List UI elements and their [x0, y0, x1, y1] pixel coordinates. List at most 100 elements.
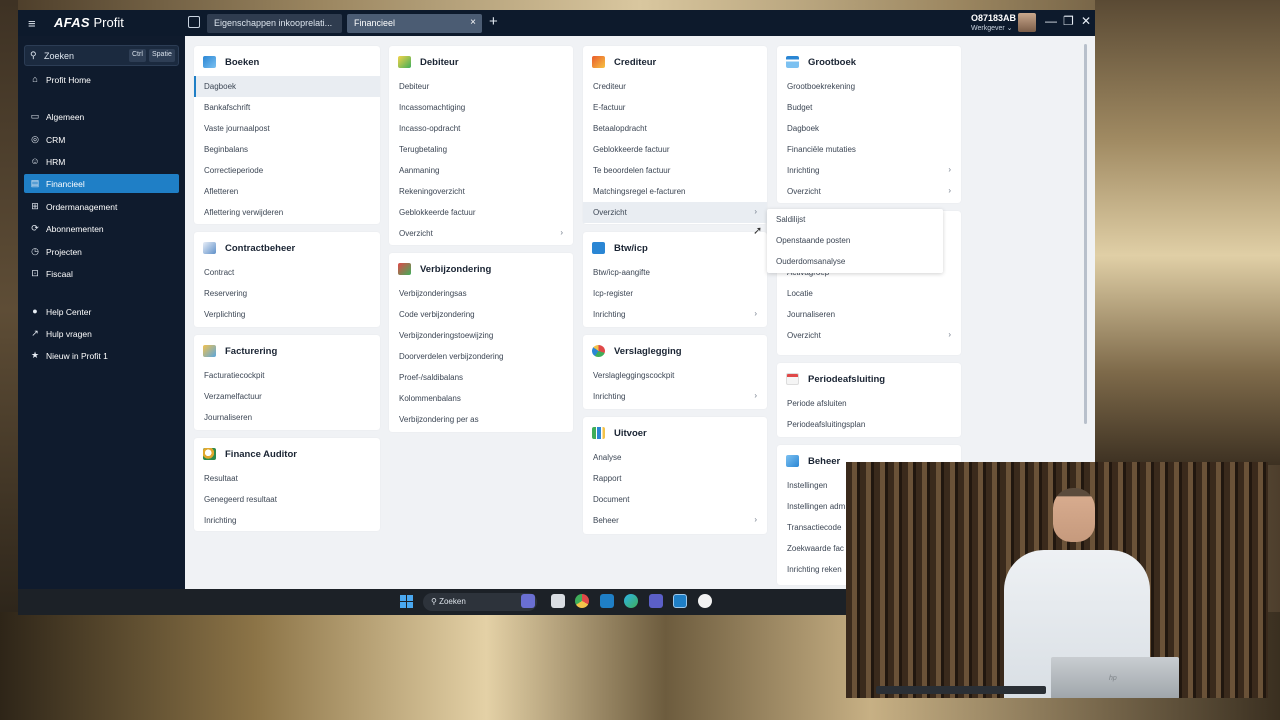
menu-item[interactable]: Rekeningoverzicht	[389, 181, 573, 202]
menu-item[interactable]: Periodeafsluitingsplan	[777, 414, 961, 435]
sidebar-item-financieel[interactable]: ▤ Financieel	[24, 174, 179, 193]
menu-item[interactable]: Correctieperiode	[194, 160, 380, 181]
menu-item[interactable]: Aflettering verwijderen	[194, 202, 380, 223]
menu-item[interactable]: Analyse	[583, 447, 767, 468]
menu-item[interactable]: Proef-/saldibalans	[389, 367, 573, 388]
close-tab-icon[interactable]: ×	[470, 17, 476, 28]
menu-item[interactable]: Inrichting	[194, 510, 380, 531]
taskbar-teams-icon[interactable]	[649, 594, 663, 608]
sidebar-item-nieuw-in-profit[interactable]: ★ Nieuw in Profit 1	[24, 346, 179, 365]
scrollbar[interactable]	[1084, 44, 1087, 424]
menu-item[interactable]: Journaliseren	[777, 304, 961, 325]
sidebar-item-hrm[interactable]: ☺ HRM	[24, 152, 179, 171]
sidebar-item-crm[interactable]: ◎ CRM	[24, 130, 179, 149]
flyout-item-ouderdomsanalyse[interactable]: Ouderdomsanalyse	[767, 251, 943, 272]
search-input[interactable]: ⚲ Zoeken Ctrl Spatie	[24, 45, 179, 66]
menu-item[interactable]: Betaalopdracht	[583, 118, 767, 139]
menu-item[interactable]: Dagboek	[777, 118, 961, 139]
menu-item[interactable]: Debiteur	[389, 76, 573, 97]
tab-financieel[interactable]: Financieel ×	[347, 14, 482, 33]
menu-item[interactable]: Verplichting	[194, 304, 380, 325]
menu-item[interactable]: Verbijzonderingsas	[389, 283, 573, 304]
menu-item[interactable]: Afletteren	[194, 181, 380, 202]
user-role[interactable]: Werkgever ⌄	[971, 24, 1013, 32]
menu-item[interactable]: Vaste journaalpost	[194, 118, 380, 139]
menu-item[interactable]: Kolommenbalans	[389, 388, 573, 409]
menu-item[interactable]: Btw/icp-aangifte	[583, 262, 767, 283]
flyout-item-saldilijst[interactable]: Saldilijst	[767, 209, 943, 230]
menu-item[interactable]: Grootboekrekening	[777, 76, 961, 97]
sidebar-item-hulp-vragen[interactable]: ↗ Hulp vragen	[24, 324, 179, 343]
menu-item[interactable]: Incassomachtiging	[389, 97, 573, 118]
flyout-item-openstaande-posten[interactable]: Openstaande posten	[767, 230, 943, 251]
menu-item[interactable]: Matchingsregel e-facturen	[583, 181, 767, 202]
menu-item[interactable]: Genegeerd resultaat	[194, 489, 380, 510]
sidebar-item-ordermanagement[interactable]: ⊞ Ordermanagement	[24, 197, 179, 216]
menu-item[interactable]: Budget	[777, 97, 961, 118]
menu-item[interactable]: Overzicht ›	[777, 325, 961, 346]
menu-item[interactable]: Doorverdelen verbijzondering	[389, 346, 573, 367]
sidebar-item-help-center[interactable]: ● Help Center	[24, 302, 179, 321]
menu-item[interactable]: Resultaat	[194, 468, 380, 489]
taskbar-search[interactable]: ⚲ Zoeken	[423, 593, 537, 611]
menu-item[interactable]: Verbijzondering per as	[389, 409, 573, 430]
menu-item[interactable]: Contract	[194, 262, 380, 283]
menu-item-label: Genegeerd resultaat	[204, 495, 277, 504]
menu-item[interactable]: Beheer ›	[583, 510, 767, 531]
menu-item[interactable]: Financiële mutaties	[777, 139, 961, 160]
avatar[interactable]	[1018, 13, 1036, 32]
menu-item[interactable]: Beginbalans	[194, 139, 380, 160]
menu-item[interactable]: Bankafschrift	[194, 97, 380, 118]
menu-item[interactable]: Verbijzonderingstoewijzing	[389, 325, 573, 346]
sidebar-item-algemeen[interactable]: ▭ Algemeen	[24, 107, 179, 126]
hamburger-menu-icon[interactable]: ≡	[28, 16, 36, 31]
taskbar-afas-icon[interactable]	[673, 594, 687, 608]
menu-item[interactable]: Verzamelfactuur	[194, 386, 380, 407]
menu-item[interactable]: Geblokkeerde factuur	[583, 139, 767, 160]
close-window-icon[interactable]: ✕	[1081, 14, 1091, 28]
menu-item[interactable]: Geblokkeerde factuur	[389, 202, 573, 223]
menu-item[interactable]: Aanmaning	[389, 160, 573, 181]
tab-eigenschappen[interactable]: Eigenschappen inkooprelati...	[207, 14, 342, 33]
menu-item[interactable]: Crediteur	[583, 76, 767, 97]
add-tab-button[interactable]: +	[489, 13, 498, 30]
menu-item[interactable]: Inrichting ›	[777, 160, 961, 181]
menu-item[interactable]: E-factuur	[583, 97, 767, 118]
menu-item[interactable]: Reservering	[194, 283, 380, 304]
sidebar-item-projecten[interactable]: ◷ Projecten	[24, 242, 179, 261]
sidebar-item-fiscaal[interactable]: ⊡ Fiscaal	[24, 264, 179, 283]
menu-item[interactable]: Icp-register	[583, 283, 767, 304]
menu-item[interactable]: Overzicht ›	[583, 202, 767, 223]
menu-item[interactable]: Code verbijzondering	[389, 304, 573, 325]
menu-item[interactable]: Document	[583, 489, 767, 510]
sidebar-item-profit-home[interactable]: ⌂ Profit Home	[24, 70, 179, 89]
menu-item[interactable]: Facturatiecockpit	[194, 365, 380, 386]
menu-item[interactable]: Dagboek	[194, 76, 380, 97]
menu-item[interactable]: Journaliseren	[194, 407, 380, 428]
people-icon: ☺	[30, 156, 40, 166]
menu-item[interactable]: Inrichting ›	[583, 304, 767, 325]
taskbar-app-icon[interactable]	[698, 594, 712, 608]
menu-item[interactable]: Incasso-opdracht	[389, 118, 573, 139]
tabs-overview-icon[interactable]	[188, 16, 200, 28]
taskbar-explorer-icon[interactable]	[551, 594, 565, 608]
restore-icon[interactable]: ❐	[1063, 14, 1074, 28]
menu-item[interactable]: Overzicht ›	[777, 181, 961, 202]
windows-start-icon[interactable]	[400, 595, 413, 608]
menu-item[interactable]: Overzicht ›	[389, 223, 573, 244]
menu-item[interactable]: Te beoordelen factuur	[583, 160, 767, 181]
taskbar-copilot-icon[interactable]	[521, 594, 535, 608]
taskbar-edge-icon[interactable]	[624, 594, 638, 608]
menu-item[interactable]: Inrichting ›	[583, 386, 767, 407]
minimize-icon[interactable]: —	[1045, 14, 1057, 28]
menu-item[interactable]: Locatie	[777, 283, 961, 304]
sidebar-item-abonnementen[interactable]: ⟳ Abonnementen	[24, 219, 179, 238]
menu-item[interactable]: Terugbetaling	[389, 139, 573, 160]
menu-item[interactable]: Periode afsluiten	[777, 393, 961, 414]
user-code[interactable]: O87183AB	[971, 14, 1016, 23]
menu-item[interactable]: Rapport	[583, 468, 767, 489]
tab-label: Eigenschappen inkooprelati...	[214, 18, 333, 28]
taskbar-outlook-icon[interactable]	[600, 594, 614, 608]
menu-item[interactable]: Verslagleggingscockpit	[583, 365, 767, 386]
taskbar-chrome-icon[interactable]	[575, 594, 589, 608]
